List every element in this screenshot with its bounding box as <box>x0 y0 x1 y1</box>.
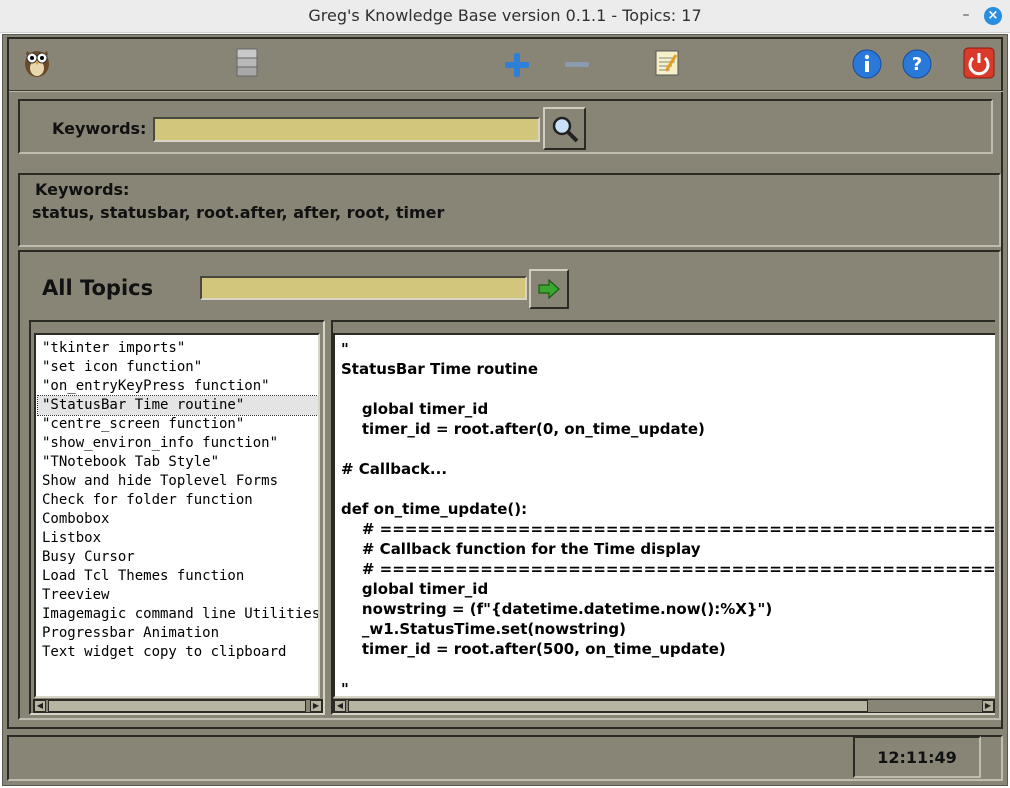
content-line: timer_id = root.after(500, on_time_updat… <box>341 640 726 658</box>
content-line: nowstring = (f"{datetime.datetime.now():… <box>341 600 773 618</box>
list-item[interactable]: Text widget copy to clipboard <box>42 643 286 662</box>
app-window: ? Keywords: Keywords: status, statusbar,… <box>2 34 1008 786</box>
scroll-thumb[interactable] <box>48 700 306 712</box>
list-item[interactable]: "tkinter imports" <box>42 339 185 358</box>
list-item[interactable]: Listbox <box>42 529 101 548</box>
list-item[interactable]: "show_environ_info function" <box>42 434 278 453</box>
list-item[interactable]: "on_entryKeyPress function" <box>42 377 270 396</box>
list-item[interactable]: Show and hide Toplevel Forms <box>42 472 278 491</box>
edit-notepad-icon[interactable] <box>650 45 686 81</box>
content-hscrollbar[interactable]: ◀ ▶ <box>333 699 995 713</box>
toolbar-separator <box>9 90 1003 92</box>
content-line: # ======================================… <box>361 520 995 538</box>
remove-icon[interactable] <box>559 47 595 83</box>
topic-list-hscrollbar[interactable]: ◀ ▶ <box>33 699 323 713</box>
search-label: Keywords: <box>52 119 147 138</box>
content-line: # Callback... <box>341 460 448 478</box>
magnifier-icon <box>552 116 578 142</box>
scroll-left-arrow[interactable]: ◀ <box>34 700 46 712</box>
window-title: Greg's Knowledge Base version 0.1.1 - To… <box>308 6 702 25</box>
svg-text:?: ? <box>912 54 922 75</box>
list-item[interactable]: Progressbar Animation <box>42 624 219 643</box>
window-titlebar: Greg's Knowledge Base version 0.1.1 - To… <box>0 0 1010 33</box>
content-line: " <box>341 340 349 358</box>
content-line: global timer_id <box>341 400 489 418</box>
scroll-thumb[interactable] <box>348 700 868 712</box>
owl-logo-icon[interactable] <box>19 44 55 80</box>
info-icon[interactable] <box>849 46 885 82</box>
scroll-right-arrow[interactable]: ▶ <box>310 700 322 712</box>
content-line: timer_id = root.after(0, on_time_update) <box>341 420 705 438</box>
power-icon[interactable] <box>961 45 997 81</box>
topics-title: All Topics <box>42 276 154 300</box>
help-icon[interactable]: ? <box>899 46 935 82</box>
list-item[interactable]: "set icon function" <box>42 358 202 377</box>
search-button[interactable] <box>543 107 586 150</box>
topic-filter-input[interactable] <box>200 276 527 300</box>
content-text[interactable]: " StatusBar Time routine global timer_id … <box>333 333 995 698</box>
scroll-left-arrow[interactable]: ◀ <box>334 700 346 712</box>
list-item[interactable]: Load Tcl Themes function <box>42 567 244 586</box>
content-line: # Callback function for the Time display <box>341 540 701 558</box>
content-line: _w1.StatusTime.set(nowstring) <box>341 620 627 638</box>
list-item[interactable]: Check for folder function <box>42 491 253 510</box>
close-button[interactable]: × <box>984 7 1002 25</box>
list-item[interactable]: Busy Cursor <box>42 548 135 567</box>
keywords-value: status, statusbar, root.after, after, ro… <box>32 203 445 222</box>
keywords-panel-label: Keywords: <box>35 180 130 199</box>
status-time: 12:11:49 <box>853 736 981 778</box>
list-item[interactable]: "centre_screen function" <box>42 415 244 434</box>
list-item[interactable]: "StatusBar Time routine" <box>37 395 318 416</box>
content-line: StatusBar Time routine <box>341 360 538 378</box>
content-line: global timer_id <box>341 580 489 598</box>
minimize-button[interactable]: – <box>958 6 974 24</box>
list-item[interactable]: Combobox <box>42 510 109 529</box>
list-item[interactable]: Treeview <box>42 586 109 605</box>
topic-list[interactable]: "tkinter imports" "set icon function" "on_… <box>34 333 320 698</box>
list-item[interactable]: "TNotebook Tab Style" <box>42 453 219 472</box>
database-icon[interactable] <box>229 45 265 81</box>
search-input[interactable] <box>153 117 540 142</box>
scroll-right-arrow[interactable]: ▶ <box>982 700 994 712</box>
add-icon[interactable] <box>499 47 535 83</box>
content-line: # ======================================… <box>361 560 995 578</box>
content-line: " <box>341 680 349 698</box>
content-line: def on_time_update(): <box>341 500 528 518</box>
go-button[interactable] <box>529 269 569 309</box>
list-item[interactable]: Imagemagic command line Utilities <box>42 605 318 624</box>
arrow-right-icon <box>538 279 560 299</box>
